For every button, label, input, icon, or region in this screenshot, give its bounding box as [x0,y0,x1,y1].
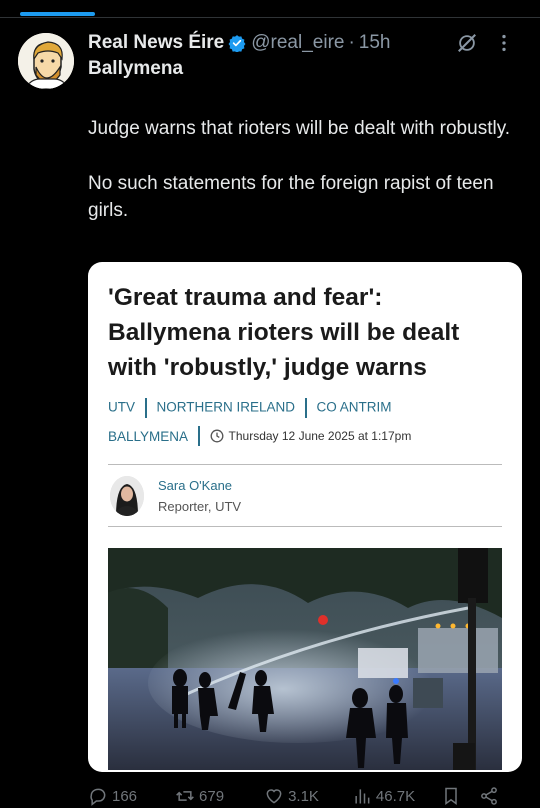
avatar-image [18,33,74,89]
active-tab-indicator [20,12,95,16]
tag-ballymena: BALLYMENA [108,428,189,444]
tag-northern-ireland: NORTHERN IRELAND [156,399,296,415]
share-button[interactable] [479,786,503,806]
article-photo [108,548,502,770]
post-time[interactable]: 15h [359,32,391,54]
action-bar: 166 679 3.1K 46.7K [88,784,528,808]
reply-icon [90,788,106,806]
post-paragraph: No such statements for the foreign rapis… [88,173,494,221]
reply-count: 166 [112,787,138,805]
grok-icon[interactable] [456,32,478,54]
location-label[interactable]: Ballymena [88,58,530,80]
post-header: Real News Éire @real_eire · 15h Ballymen… [88,30,530,82]
like-button[interactable]: 3.1K [264,786,319,806]
post-paragraph: Judge warns that rioters will be dealt w… [88,118,511,139]
like-icon [266,789,282,804]
article-date: Thursday 12 June 2025 at 1:17pm [228,429,412,443]
repost-button[interactable]: 679 [175,786,224,806]
reply-button[interactable]: 166 [88,786,137,806]
more-icon[interactable] [494,32,514,54]
article-card[interactable]: 'Great trauma and fear': Ballymena riote… [88,262,522,772]
divider [108,526,502,527]
views-button[interactable]: 46.7K [352,786,415,806]
repost-count: 679 [199,787,225,805]
clock-icon [210,429,223,443]
bookmark-icon [445,787,457,805]
bookmark-button[interactable] [441,786,465,806]
view-count: 46.7K [375,787,416,805]
share-icon [481,787,498,805]
display-name[interactable]: Real News Éire [88,32,224,54]
post-text: Judge warns that rioters will be dealt w… [88,115,518,224]
article-tags: UTV NORTHERN IRELAND CO ANTRIM [108,398,392,418]
like-count: 3.1K [288,787,319,805]
divider [108,464,502,465]
divider [0,17,540,18]
verified-badge-icon [228,35,246,52]
tag-co-antrim: CO ANTRIM [316,399,392,415]
reporter-role: Reporter, UTV [158,499,242,514]
separator-dot: · [348,32,355,53]
tag-utv: UTV [108,399,135,415]
user-handle[interactable]: @real_eire [251,32,344,54]
article-title: 'Great trauma and fear': Ballymena riote… [108,284,460,381]
article-meta: BALLYMENA Thursday 12 June 2025 at 1:17p… [108,426,411,446]
reporter-name: Sara O'Kane [158,478,233,493]
avatar[interactable] [18,33,74,89]
reporter-photo [110,476,144,516]
repost-icon [176,791,194,801]
views-icon [355,789,370,804]
